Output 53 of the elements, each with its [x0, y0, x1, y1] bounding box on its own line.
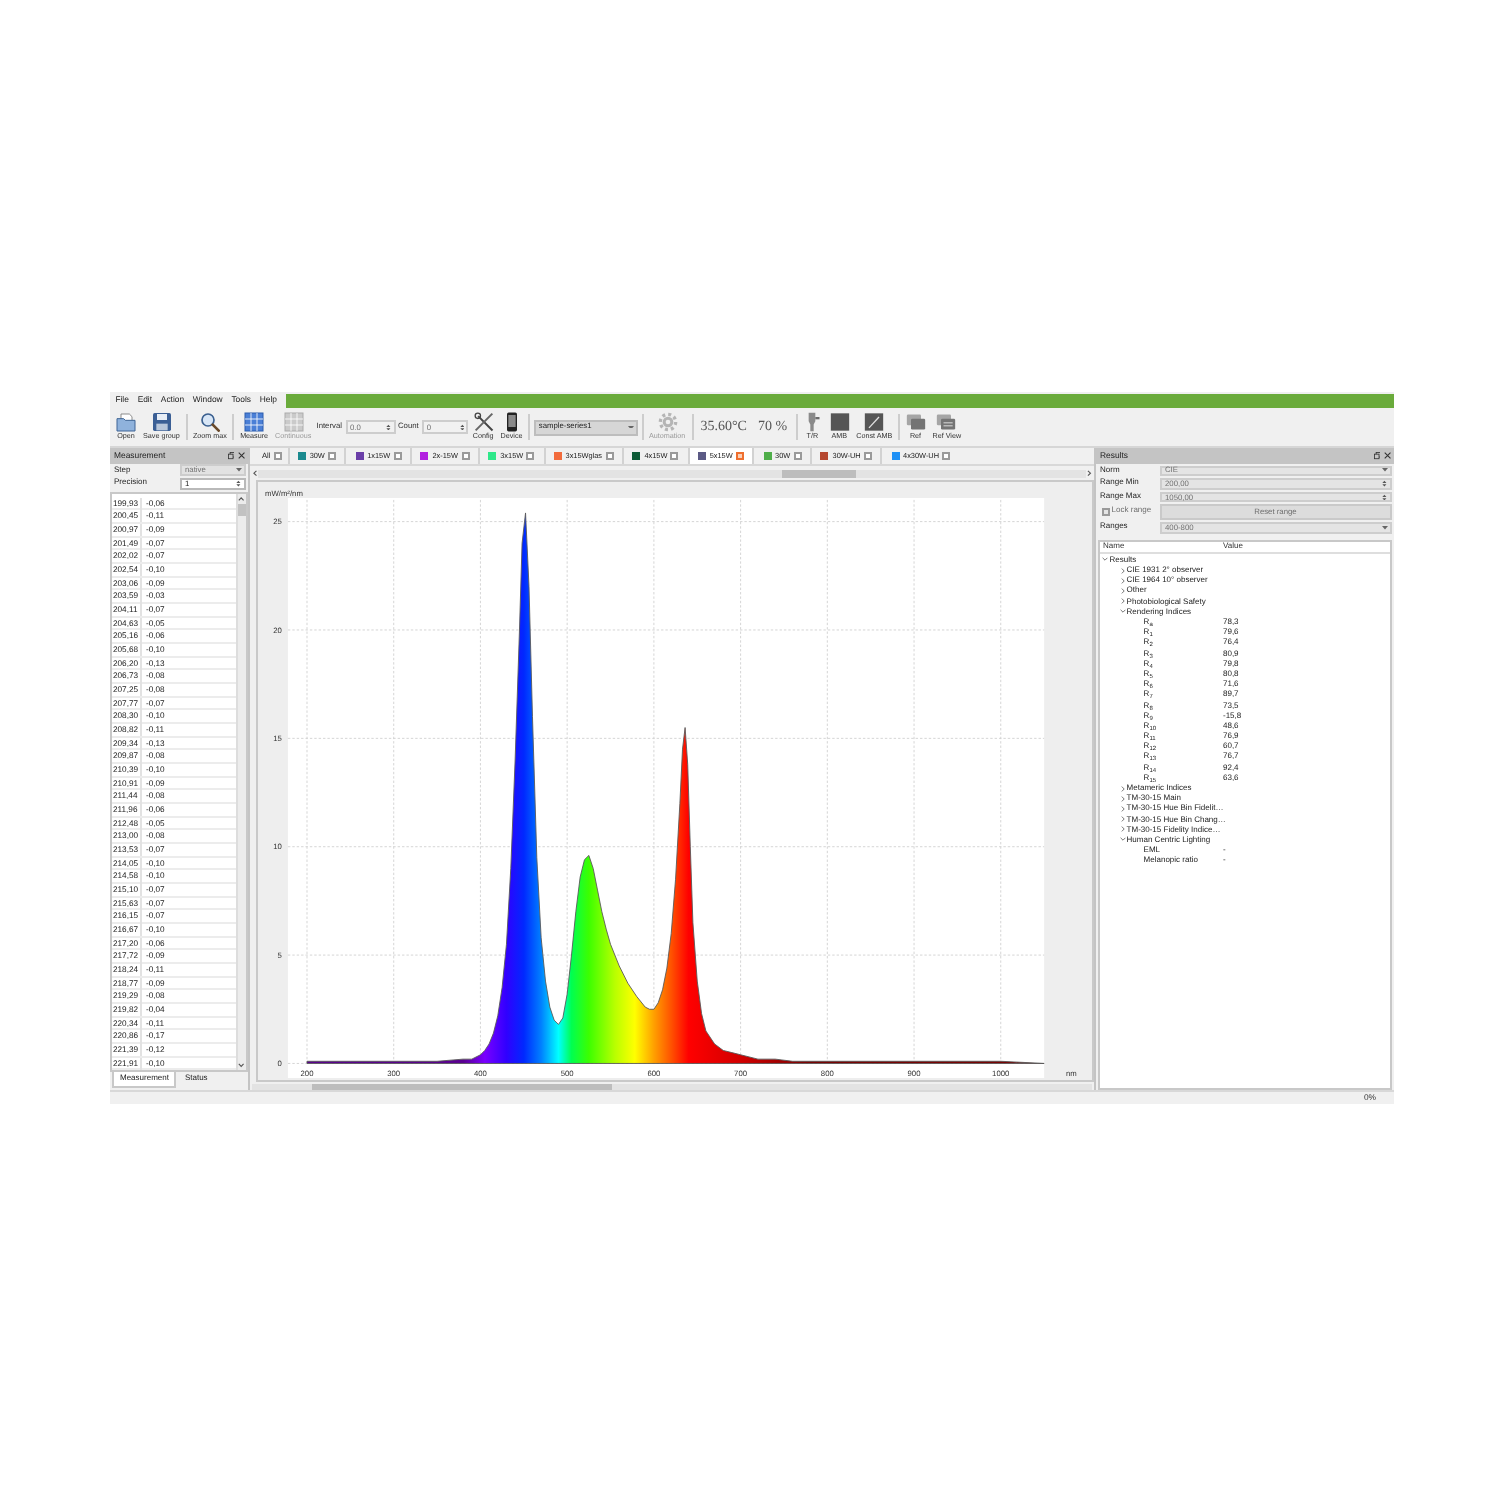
- chevron-down-icon[interactable]: [1102, 556, 1108, 563]
- checkbox[interactable]: [605, 452, 614, 460]
- gear-icon: [657, 411, 678, 432]
- close-icon: [1383, 452, 1391, 460]
- chevron-right-icon[interactable]: [1119, 795, 1125, 802]
- checkbox[interactable]: [526, 452, 535, 460]
- zoom-icon: [199, 411, 220, 432]
- checkbox[interactable]: [864, 452, 872, 460]
- tile-icon: [829, 411, 850, 432]
- checkbox[interactable]: [942, 452, 951, 460]
- caret-icon: [1381, 525, 1388, 530]
- caret-icon: [1381, 468, 1388, 473]
- grid-icon: [244, 411, 265, 432]
- checkbox[interactable]: [273, 452, 282, 460]
- scrollbar-thumb[interactable]: [238, 504, 246, 517]
- checkbox[interactable]: [393, 452, 402, 460]
- chevron-right-icon[interactable]: [1119, 598, 1125, 605]
- checkbox[interactable]: [793, 452, 802, 460]
- scroll-down-icon[interactable]: [238, 1061, 246, 1068]
- tools-icon: [473, 411, 494, 432]
- scroll-right-icon[interactable]: [1085, 469, 1092, 477]
- checkbox[interactable]: [736, 452, 744, 460]
- stack-icon: [905, 411, 926, 432]
- scrollbar-thumb[interactable]: [312, 1083, 612, 1089]
- checkbox[interactable]: [461, 452, 470, 460]
- save-icon: [151, 411, 172, 432]
- chevron-right-icon[interactable]: [1119, 577, 1125, 584]
- chevron-down-icon[interactable]: [1119, 608, 1125, 615]
- caret-icon: [235, 468, 242, 473]
- checkbox[interactable]: [328, 452, 336, 460]
- grid-icon: [283, 411, 304, 432]
- spin-arrows-icon: [386, 423, 392, 431]
- chevron-down-icon[interactable]: [1119, 836, 1125, 843]
- scrollbar[interactable]: [252, 1083, 1092, 1089]
- slashed-tile-icon: [864, 411, 885, 432]
- folder-icon: [116, 411, 136, 432]
- chevron-right-icon[interactable]: [1119, 826, 1125, 833]
- spin-arrows-icon: [1382, 493, 1388, 501]
- spin-arrows-icon: [459, 423, 465, 431]
- chevron-right-icon[interactable]: [1119, 805, 1125, 812]
- checkbox[interactable]: [670, 452, 679, 460]
- close-icon: [237, 452, 245, 460]
- stack-view-icon: [936, 411, 957, 432]
- chevron-right-icon[interactable]: [1119, 816, 1125, 823]
- spin-arrows-icon: [236, 479, 242, 488]
- scroll-left-icon[interactable]: [252, 469, 259, 477]
- scroll-up-icon[interactable]: [238, 496, 246, 503]
- phone-icon: [501, 411, 522, 432]
- spin-arrows-icon: [1382, 480, 1388, 488]
- chevron-right-icon[interactable]: [1119, 587, 1125, 594]
- chevron-right-icon[interactable]: [1119, 567, 1125, 574]
- scrollbar[interactable]: [236, 494, 246, 1070]
- caret-icon: [627, 425, 634, 429]
